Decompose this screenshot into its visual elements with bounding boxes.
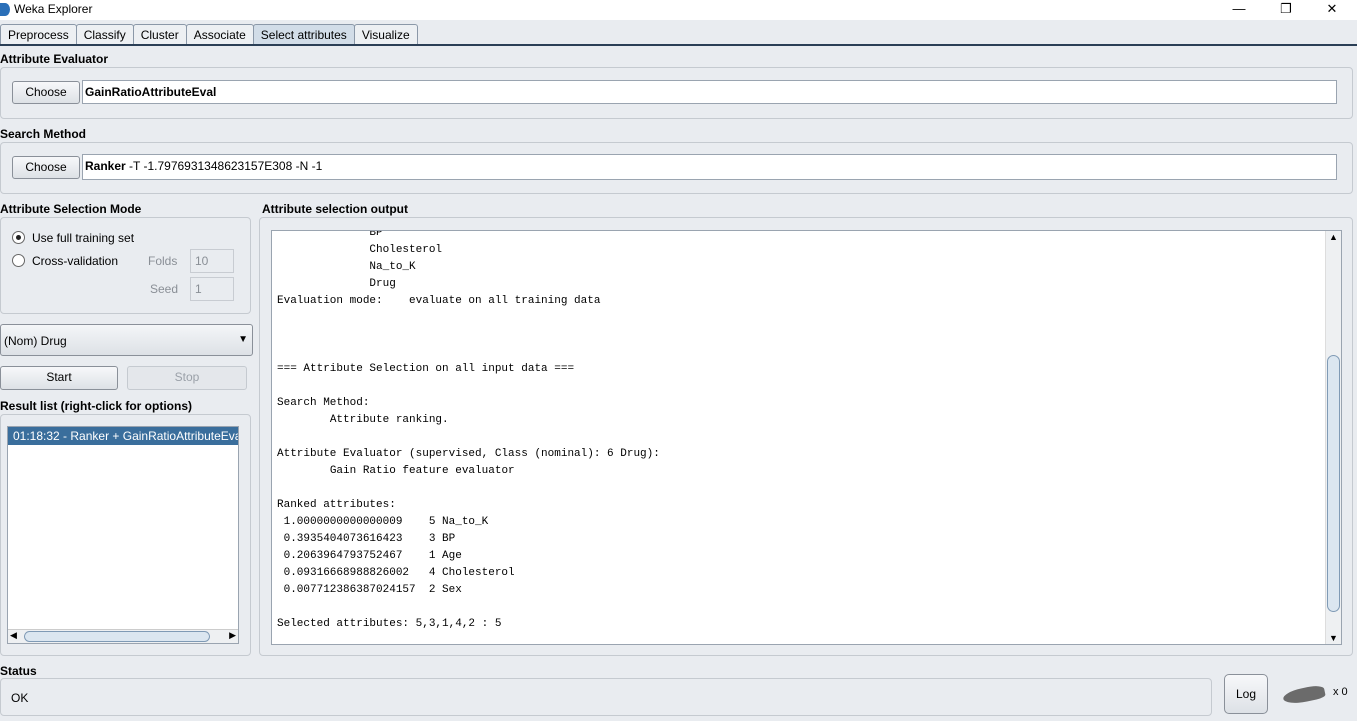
tab-preprocess[interactable]: Preprocess [0, 24, 77, 45]
selection-mode-heading: Attribute Selection Mode [0, 202, 142, 216]
full-training-radio[interactable] [12, 231, 25, 244]
evaluator-choose-button[interactable]: Choose [12, 81, 80, 104]
horizontal-scrollbar[interactable]: ◀ ▶ [8, 629, 238, 643]
task-count: x 0 [1333, 686, 1348, 698]
seed-label: Seed [150, 282, 179, 296]
start-button[interactable]: Start [0, 366, 118, 390]
scroll-down-icon[interactable]: ▼ [1329, 633, 1338, 643]
window-title: Weka Explorer [14, 2, 93, 16]
cross-validation-radio[interactable] [12, 254, 25, 267]
output-text: BP Cholesterol Na_to_K Drug Evaluation m… [277, 230, 660, 630]
output-text-area[interactable]: BP Cholesterol Na_to_K Drug Evaluation m… [271, 230, 1342, 645]
scroll-right-icon[interactable]: ▶ [229, 630, 236, 641]
vertical-scrollbar[interactable]: ▲ ▼ [1325, 231, 1341, 644]
restore-button[interactable]: ❐ [1263, 0, 1309, 20]
full-training-label: Use full training set [32, 231, 135, 245]
class-attribute-value: (Nom) Drug [4, 334, 67, 348]
tab-divider [0, 44, 1357, 46]
seed-input[interactable]: 1 [190, 277, 234, 301]
scroll-left-icon[interactable]: ◀ [10, 630, 17, 641]
tab-visualize[interactable]: Visualize [353, 24, 418, 45]
tab-associate[interactable]: Associate [185, 24, 254, 45]
attribute-evaluator-heading: Attribute Evaluator [0, 52, 109, 66]
status-text: OK [11, 691, 29, 705]
stop-button[interactable]: Stop [127, 366, 247, 390]
tab-cluster[interactable]: Cluster [132, 24, 187, 45]
title-bar: Weka Explorer — ❐ ✕ [0, 0, 1357, 20]
minimize-button[interactable]: — [1216, 0, 1262, 20]
class-attribute-dropdown[interactable]: (Nom) Drug ▼ [0, 324, 253, 356]
search-choose-button[interactable]: Choose [12, 156, 80, 179]
search-method-args: -T -1.7976931348623157E308 -N -1 [125, 159, 323, 173]
log-button[interactable]: Log [1224, 674, 1268, 714]
tab-select-attributes[interactable]: Select attributes [252, 24, 355, 45]
tab-classify[interactable]: Classify [75, 24, 134, 45]
scrollbar-thumb[interactable] [24, 631, 210, 642]
status-bar: OK [0, 678, 1212, 716]
search-method-name: Ranker [85, 159, 126, 173]
result-list: 01:18:32 - Ranker + GainRatioAttributeEv… [7, 426, 239, 644]
evaluator-field[interactable]: GainRatioAttributeEval [82, 80, 1337, 104]
status-heading: Status [0, 664, 37, 678]
folds-label: Folds [148, 254, 178, 268]
scroll-up-icon[interactable]: ▲ [1329, 232, 1338, 242]
search-method-field[interactable]: Ranker -T -1.7976931348623157E308 -N -1 [82, 154, 1337, 180]
result-list-item[interactable]: 01:18:32 - Ranker + GainRatioAttributeEv… [8, 427, 238, 445]
tab-bar: Preprocess Classify Cluster Associate Se… [0, 24, 418, 45]
weka-bird-icon [1282, 683, 1326, 707]
output-heading: Attribute selection output [262, 202, 408, 216]
scrollbar-thumb[interactable] [1327, 355, 1340, 612]
search-method-heading: Search Method [0, 127, 87, 141]
weka-app-icon [0, 3, 10, 16]
close-button[interactable]: ✕ [1309, 0, 1355, 20]
chevron-down-icon: ▼ [238, 334, 248, 345]
cross-validation-label: Cross-validation [32, 254, 119, 268]
folds-input[interactable]: 10 [190, 249, 234, 273]
result-list-heading: Result list (right-click for options) [0, 399, 193, 413]
